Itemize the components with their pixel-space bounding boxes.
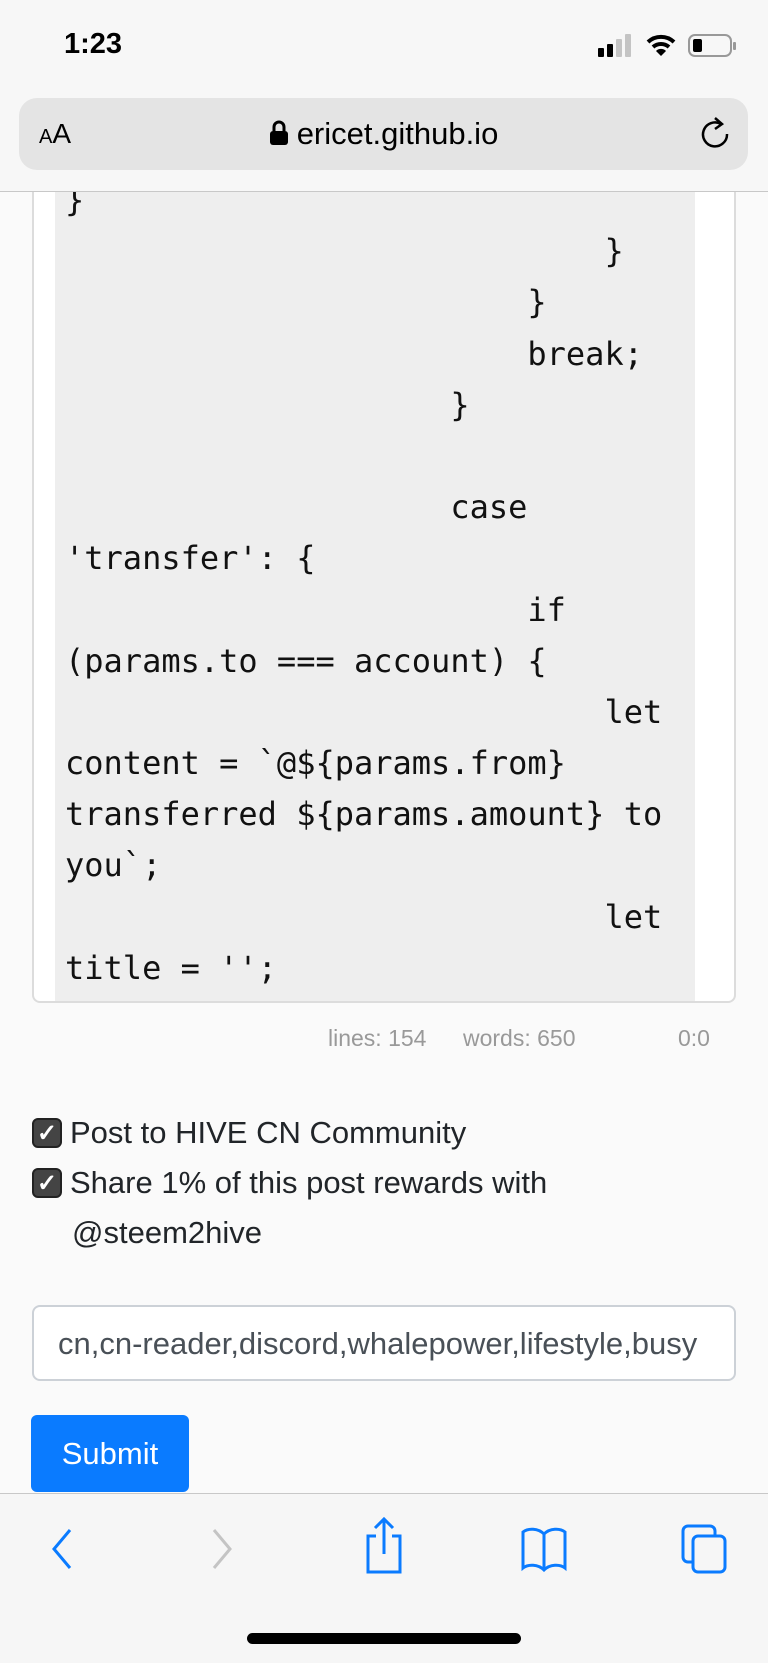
checkbox-checked[interactable]: ✓ [32, 1118, 62, 1148]
code-line: you`; [65, 846, 162, 885]
share-icon[interactable] [362, 1516, 406, 1576]
code-line: } [65, 232, 624, 271]
code-line: if [65, 590, 566, 629]
code-line: 'transfer': { [65, 539, 316, 578]
url-display[interactable]: ericet.github.io [19, 116, 748, 152]
clock: 1:23 [64, 28, 123, 60]
wifi-icon [646, 34, 676, 56]
word-count: words: 650 [463, 1025, 576, 1051]
reload-icon[interactable] [699, 116, 733, 152]
line-count: lines: 154 [328, 1025, 427, 1051]
code-line: } [65, 385, 470, 424]
code-line: transferred ${params.amount} to [65, 795, 663, 834]
checkbox-checked[interactable]: ✓ [32, 1168, 62, 1198]
back-icon[interactable] [46, 1524, 78, 1574]
cursor-position: 0:0 [678, 1025, 710, 1051]
option-label: Post to HIVE CN Community [70, 1115, 467, 1150]
code-line: case [65, 488, 528, 527]
address-bar[interactable]: AA ericet.github.io [19, 98, 748, 170]
forward-icon[interactable] [206, 1524, 238, 1574]
post-to-community-option[interactable]: ✓ Post to HIVE CN Community [32, 1115, 466, 1151]
code-line: content = `@${params.from} [65, 744, 566, 783]
option-label-continued: @steem2hive [72, 1215, 262, 1250]
option-label: Share 1% of this post rewards with [70, 1165, 548, 1200]
code-line: break; [65, 334, 643, 373]
signal-icon [598, 34, 631, 57]
bookmarks-icon[interactable] [520, 1524, 568, 1574]
code-line: let [65, 692, 663, 731]
tabs-icon[interactable] [680, 1524, 730, 1574]
home-indicator[interactable] [247, 1633, 521, 1644]
code-line: } [65, 192, 85, 219]
code-line: title = ''; [65, 948, 277, 987]
browser-header: 1:23 AA ericet.github.io [0, 0, 768, 192]
lock-icon [269, 120, 288, 145]
code-line: } [65, 283, 547, 322]
submit-button[interactable]: Submit [31, 1415, 189, 1492]
code-line: (params.to === account) { [65, 641, 547, 680]
code-line: let [65, 897, 663, 936]
code-content[interactable]: } } } break; } case 'transfer': { if (para… [65, 192, 662, 994]
battery-icon [688, 34, 736, 57]
code-editor[interactable]: } } } break; } case 'transfer': { if (para… [32, 192, 736, 1003]
url-text: ericet.github.io [296, 116, 499, 151]
tags-input[interactable]: cn,cn-reader,discord,whalepower,lifestyl… [32, 1305, 736, 1381]
share-rewards-option[interactable]: ✓ Share 1% of this post rewards with [32, 1165, 547, 1201]
